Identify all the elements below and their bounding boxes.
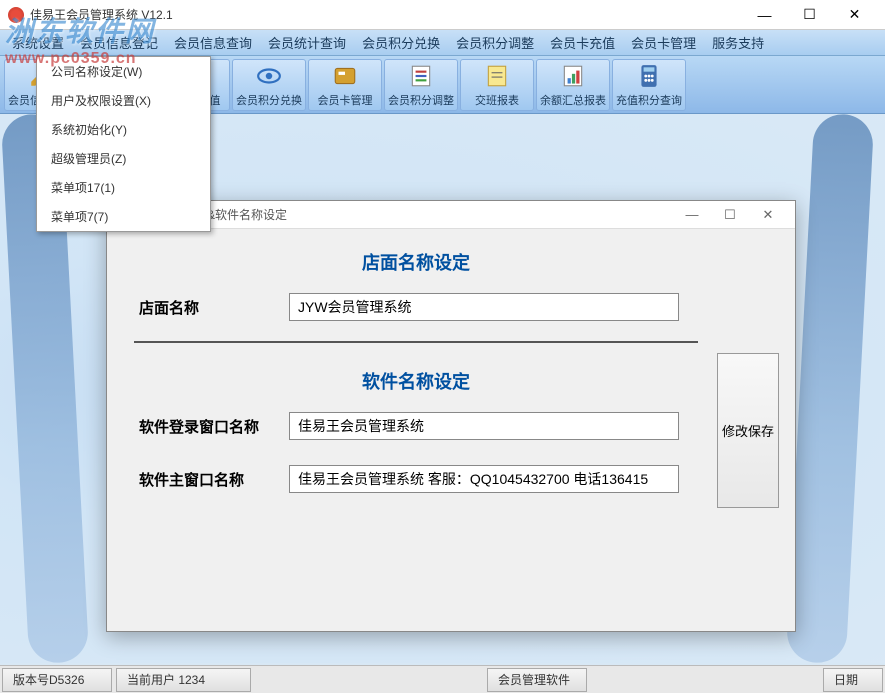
menu-card-recharge[interactable]: 会员卡充值 [542, 30, 623, 55]
status-software: 会员管理软件 [487, 668, 587, 692]
status-version: 版本号D5326 [2, 668, 112, 692]
dropdown-super-admin[interactable]: 超级管理员(Z) [37, 144, 210, 173]
tool-label: 充值积分查询 [616, 92, 682, 108]
dialog-maximize-button[interactable]: ☐ [711, 202, 749, 228]
app-icon [8, 7, 24, 23]
system-settings-dropdown: 公司名称设定(W) 用户及权限设置(X) 系统初始化(Y) 超级管理员(Z) 菜… [36, 56, 211, 232]
minimize-button[interactable]: — [742, 1, 787, 29]
report-icon [483, 62, 511, 90]
main-titlebar: 佳易王会员管理系统 V12.1 — ☐ ✕ [0, 0, 885, 30]
tool-points-exchange[interactable]: 会员积分兑换 [232, 59, 306, 111]
statusbar: 版本号D5326 当前用户 1234 会员管理软件 日期 [0, 665, 885, 693]
tool-label: 会员卡管理 [318, 92, 373, 108]
menu-points-exchange[interactable]: 会员积分兑换 [354, 30, 448, 55]
dropdown-menu7[interactable]: 菜单项7(7) [37, 202, 210, 231]
main-window: 佳易王会员管理系统 V12.1 — ☐ ✕ 洲东软件网 www.pc0359.c… [0, 0, 885, 693]
dropdown-menu17[interactable]: 菜单项17(1) [37, 173, 210, 202]
main-window-row: 软件主窗口名称 [139, 465, 693, 493]
adjust-icon [407, 62, 435, 90]
tool-balance-report[interactable]: 余额汇总报表 [536, 59, 610, 111]
status-date: 日期 [823, 668, 883, 692]
login-window-row: 软件登录窗口名称 [139, 412, 693, 440]
tool-recharge-query[interactable]: 充值积分查询 [612, 59, 686, 111]
menu-card-manage[interactable]: 会员卡管理 [623, 30, 704, 55]
window-title: 佳易王会员管理系统 V12.1 [30, 6, 742, 23]
store-section-title: 店面名称设定 [119, 249, 713, 275]
calc-icon [635, 62, 663, 90]
divider [134, 341, 698, 343]
menu-system-settings[interactable]: 系统设置 [4, 30, 72, 55]
login-window-label: 软件登录窗口名称 [139, 416, 289, 437]
login-window-input[interactable] [289, 412, 679, 440]
tool-label: 会员积分调整 [388, 92, 454, 108]
dialog-minimize-button[interactable]: — [673, 202, 711, 228]
tool-label: 余额汇总报表 [540, 92, 606, 108]
dropdown-system-init[interactable]: 系统初始化(Y) [37, 115, 210, 144]
dialog-actions: 修改保存 [713, 241, 783, 619]
window-controls: — ☐ ✕ [742, 1, 877, 29]
menu-member-register[interactable]: 会员信息登记 [72, 30, 166, 55]
close-button[interactable]: ✕ [832, 1, 877, 29]
tool-label: 交班报表 [475, 92, 519, 108]
menubar: 系统设置 会员信息登记 会员信息查询 会员统计查询 会员积分兑换 会员积分调整 … [0, 30, 885, 56]
name-settings-dialog: 店面名称设定&软件名称设定 — ☐ ✕ 店面名称设定 店面名称 软件名称设定 软… [106, 200, 796, 632]
store-name-label: 店面名称 [139, 297, 289, 318]
dialog-close-button[interactable]: ✕ [749, 202, 787, 228]
tool-card-manage[interactable]: 会员卡管理 [308, 59, 382, 111]
tool-points-adjust[interactable]: 会员积分调整 [384, 59, 458, 111]
menu-support[interactable]: 服务支持 [704, 30, 772, 55]
dialog-controls: — ☐ ✕ [673, 202, 787, 228]
dropdown-company-name[interactable]: 公司名称设定(W) [37, 57, 210, 86]
store-name-input[interactable] [289, 293, 679, 321]
card-icon [331, 62, 359, 90]
eye-icon [255, 62, 283, 90]
menu-member-stats[interactable]: 会员统计查询 [260, 30, 354, 55]
main-window-input[interactable] [289, 465, 679, 493]
tool-shift-report[interactable]: 交班报表 [460, 59, 534, 111]
dialog-form: 店面名称设定 店面名称 软件名称设定 软件登录窗口名称 软件主窗口名称 [119, 241, 713, 619]
tool-label: 会员积分兑换 [236, 92, 302, 108]
menu-points-adjust[interactable]: 会员积分调整 [448, 30, 542, 55]
save-button[interactable]: 修改保存 [717, 353, 779, 508]
dialog-title: 店面名称设定&软件名称设定 [135, 206, 673, 223]
dropdown-user-permissions[interactable]: 用户及权限设置(X) [37, 86, 210, 115]
main-window-label: 软件主窗口名称 [139, 469, 289, 490]
dialog-body: 店面名称设定 店面名称 软件名称设定 软件登录窗口名称 软件主窗口名称 修改保存 [107, 229, 795, 631]
maximize-button[interactable]: ☐ [787, 1, 832, 29]
status-user: 当前用户 1234 [116, 668, 251, 692]
store-name-row: 店面名称 [139, 293, 693, 321]
menu-member-query[interactable]: 会员信息查询 [166, 30, 260, 55]
software-section-title: 软件名称设定 [119, 368, 713, 394]
summary-icon [559, 62, 587, 90]
